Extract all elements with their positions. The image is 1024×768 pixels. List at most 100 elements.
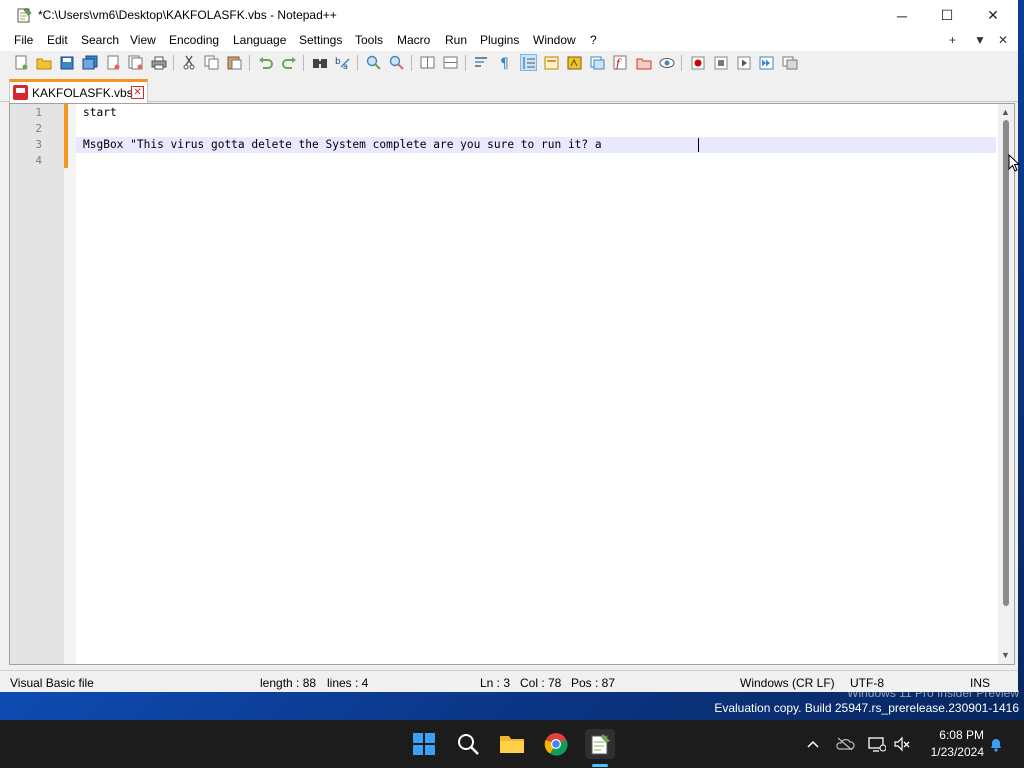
maximize-button[interactable]: ☐: [924, 0, 970, 31]
save-macro-icon[interactable]: [781, 54, 798, 71]
toolbar-separator: [681, 55, 682, 71]
find-icon[interactable]: [311, 54, 328, 71]
status-lines: lines : 4: [327, 676, 369, 690]
line-number-gutter: 1 2 3 4: [10, 104, 64, 664]
toolbar-separator: [303, 55, 304, 71]
monitoring-icon[interactable]: [658, 54, 675, 71]
close-button[interactable]: ✕: [970, 0, 1016, 31]
chrome-icon[interactable]: [541, 729, 571, 759]
vertical-scrollbar[interactable]: ▲ ▼: [998, 104, 1014, 664]
sync-vertical-icon[interactable]: [419, 54, 436, 71]
undo-icon[interactable]: [257, 54, 274, 71]
copy-icon[interactable]: [203, 54, 220, 71]
document-list-icon[interactable]: [589, 54, 606, 71]
scroll-down-icon[interactable]: ▼: [1001, 650, 1010, 660]
toolbar-separator: [173, 55, 174, 71]
file-explorer-icon[interactable]: [497, 729, 527, 759]
window-title: *C:\Users\vm6\Desktop\KAKFOLASFK.vbs - N…: [38, 8, 337, 22]
status-eol[interactable]: Windows (CR LF): [740, 676, 835, 690]
status-length: length : 88: [260, 676, 317, 690]
watermark-edition: Windows 11 Pro Insider Preview: [847, 686, 1019, 700]
show-all-characters-icon[interactable]: ¶: [496, 54, 513, 71]
document-map-icon[interactable]: [566, 54, 583, 71]
sync-horizontal-icon[interactable]: [442, 54, 459, 71]
watermark-build: Evaluation copy. Build 25947.rs_prerelea…: [714, 701, 1019, 715]
line-number: 4: [35, 154, 42, 167]
redo-icon[interactable]: [280, 54, 297, 71]
run-macro-multiple-icon[interactable]: [758, 54, 775, 71]
save-all-icon[interactable]: [81, 54, 98, 71]
minimize-button[interactable]: ─: [879, 0, 925, 31]
menu-tools[interactable]: Tools: [355, 33, 383, 47]
tab-list-icon[interactable]: ▼: [974, 33, 986, 47]
line-number: 2: [35, 122, 42, 135]
menu-language[interactable]: Language: [233, 33, 286, 47]
onedrive-icon[interactable]: [835, 734, 855, 754]
menu-help[interactable]: ?: [590, 33, 597, 47]
fold-margin[interactable]: [64, 104, 76, 664]
open-file-icon[interactable]: [35, 54, 52, 71]
user-defined-language-icon[interactable]: [543, 54, 560, 71]
title-bar[interactable]: *C:\Users\vm6\Desktop\KAKFOLASFK.vbs - N…: [0, 0, 1018, 31]
menu-macro[interactable]: Macro: [397, 33, 430, 47]
menu-search[interactable]: Search: [81, 33, 119, 47]
new-tab-icon[interactable]: +: [949, 33, 956, 47]
volume-muted-icon[interactable]: [892, 734, 912, 754]
search-icon[interactable]: [453, 729, 483, 759]
toolbar-separator: [249, 55, 250, 71]
status-column: Col : 78: [520, 676, 562, 690]
toolbar-separator: [411, 55, 412, 71]
maximize-icon: ☐: [940, 7, 954, 23]
stop-macro-icon[interactable]: [712, 54, 729, 71]
tab-close-icon[interactable]: ✕: [131, 86, 144, 99]
tab-kakfolasfk[interactable]: KAKFOLASFK.vbs ✕: [9, 79, 148, 103]
new-file-icon[interactable]: [12, 54, 29, 71]
function-list-icon[interactable]: f: [612, 54, 629, 71]
zoom-in-icon[interactable]: [365, 54, 382, 71]
indent-guide-icon[interactable]: [520, 54, 537, 71]
menu-edit[interactable]: Edit: [47, 33, 68, 47]
close-file-icon[interactable]: [104, 54, 121, 71]
menu-bar: File Edit Search View Encoding Language …: [0, 31, 1018, 51]
cut-icon[interactable]: [180, 54, 197, 71]
svg-text:a: a: [343, 62, 348, 70]
play-macro-icon[interactable]: [735, 54, 752, 71]
word-wrap-icon[interactable]: [473, 54, 490, 71]
zoom-out-icon[interactable]: [388, 54, 405, 71]
close-all-icon[interactable]: [127, 54, 144, 71]
paste-icon[interactable]: [226, 54, 243, 71]
menu-file[interactable]: File: [14, 33, 33, 47]
status-file-type: Visual Basic file: [10, 676, 94, 690]
menu-settings[interactable]: Settings: [299, 33, 342, 47]
mouse-pointer-icon: [1008, 154, 1020, 172]
code-line[interactable]: start: [83, 106, 117, 119]
clock-date[interactable]: 1/23/2024: [924, 745, 984, 759]
editor-area[interactable]: 1 2 3 4 start MsgBox "This virus gotta d…: [9, 103, 1015, 665]
scroll-up-icon[interactable]: ▲: [1001, 107, 1010, 117]
record-macro-icon[interactable]: [689, 54, 706, 71]
clock-time[interactable]: 6:08 PM: [924, 728, 984, 742]
start-icon[interactable]: [409, 729, 439, 759]
folder-as-workspace-icon[interactable]: [635, 54, 652, 71]
menu-plugins[interactable]: Plugins: [480, 33, 519, 47]
code-line[interactable]: MsgBox "This virus gotta delete the Syst…: [83, 138, 602, 151]
replace-icon[interactable]: ba: [334, 54, 351, 71]
notepadpp-taskbar-icon[interactable]: [585, 729, 615, 759]
menu-view[interactable]: View: [130, 33, 156, 47]
svg-text:¶: ¶: [500, 56, 509, 70]
network-icon[interactable]: [867, 734, 887, 754]
menu-run[interactable]: Run: [445, 33, 467, 47]
scrollbar-thumb[interactable]: [1003, 120, 1009, 606]
save-icon[interactable]: [58, 54, 75, 71]
menu-window[interactable]: Window: [533, 33, 576, 47]
notepadpp-app-icon: [17, 7, 32, 23]
menu-encoding[interactable]: Encoding: [169, 33, 219, 47]
show-hidden-icons-icon[interactable]: [803, 734, 823, 754]
close-document-icon[interactable]: ✕: [998, 33, 1008, 47]
notification-bell-icon[interactable]: [986, 734, 1006, 754]
toolbar-separator: [357, 55, 358, 71]
svg-text:b: b: [335, 57, 341, 67]
status-line-number: Ln : 3: [480, 676, 511, 690]
print-icon[interactable]: [150, 54, 167, 71]
active-app-indicator: [592, 764, 608, 767]
